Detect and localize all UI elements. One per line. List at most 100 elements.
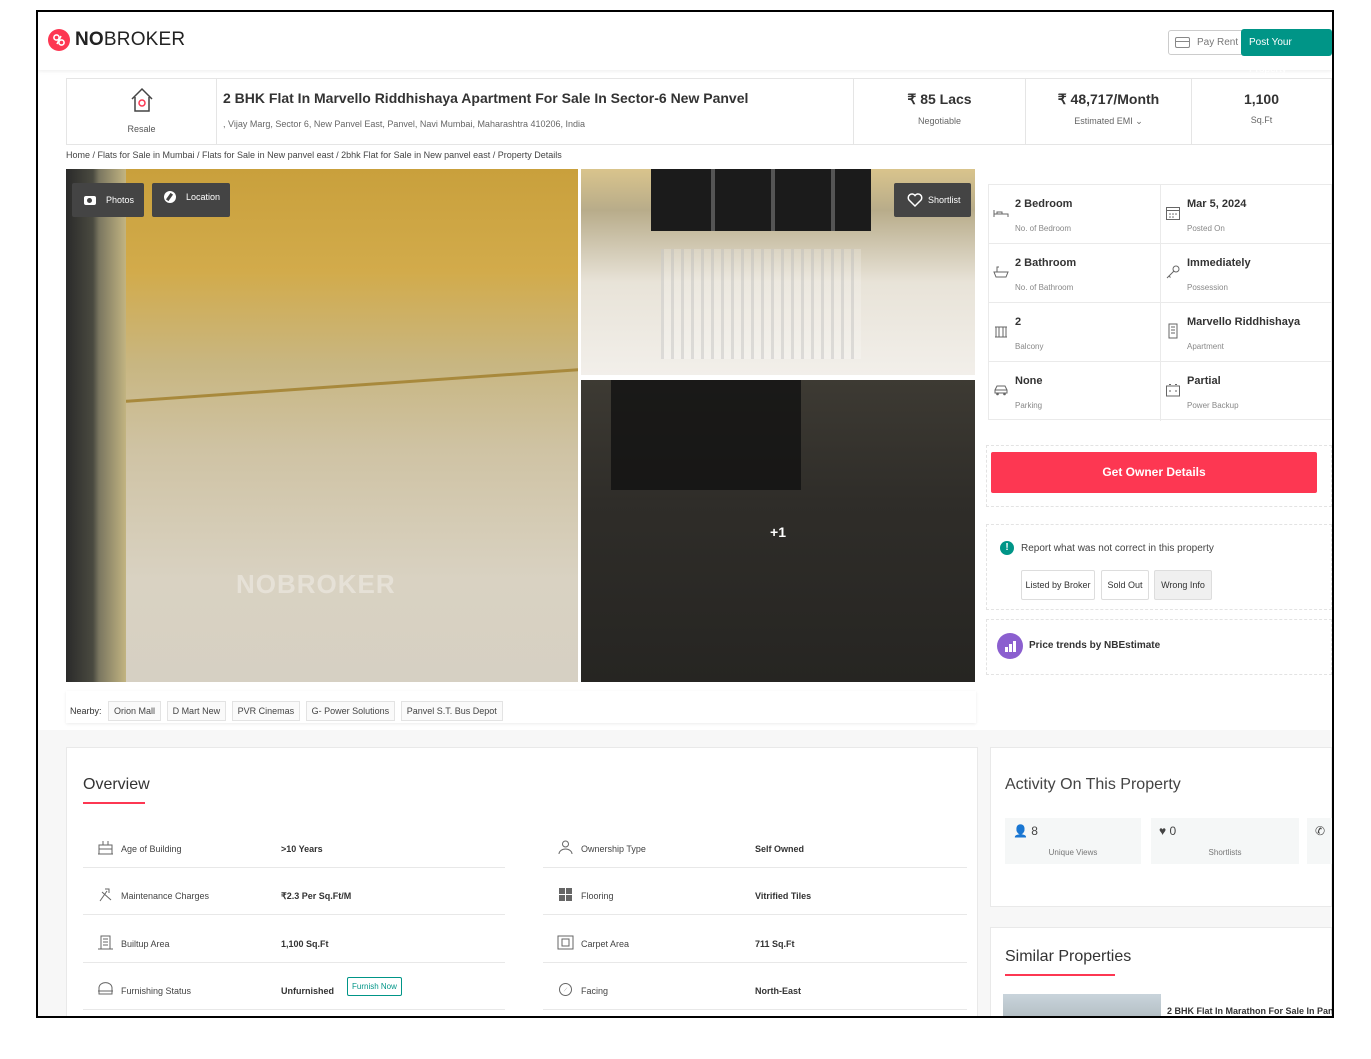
heart-icon: ♥ <box>1159 824 1167 838</box>
location-label: Location <box>186 192 221 202</box>
shortlists-value: 0 <box>1169 824 1177 838</box>
overview-value: 1,100 Sq.Ft <box>281 939 329 949</box>
overview-value: Self Owned <box>755 844 805 854</box>
get-owner-details-button[interactable]: Get Owner Details <box>991 452 1317 493</box>
nearby-chip[interactable]: D Mart New <box>166 701 227 721</box>
photos-button[interactable]: Photos <box>72 183 145 217</box>
alert-icon: ! <box>1000 541 1014 555</box>
unique-views-label: Unique Views <box>1048 848 1098 857</box>
watermark: NOBROKER <box>236 569 396 599</box>
emi-stat[interactable]: ₹ 48,717/Month Estimated EMI ⌄ <box>1025 79 1191 144</box>
property-title-bar: Resale 2 BHK Flat In Marvello Riddhishay… <box>66 78 1332 145</box>
camera-icon <box>84 194 96 206</box>
sofa-icon <box>98 982 113 995</box>
overview-label: Carpet Area <box>581 939 630 949</box>
overview-label: Maintenance Charges <box>121 891 210 901</box>
overview-value: 711 Sq.Ft <box>755 939 795 949</box>
breadcrumb[interactable]: Home / Flats for Sale in Mumbai / Flats … <box>66 150 562 160</box>
credit-card-icon <box>1175 37 1190 48</box>
spec-label: No. of Bathroom <box>1015 283 1074 292</box>
overview-value: ₹2.3 Per Sq.Ft/M <box>281 891 352 901</box>
spec-power-backup: Partial Power Backup <box>1161 362 1332 421</box>
shortlist-label: Shortlist <box>928 195 961 205</box>
main-photo[interactable]: NOBROKER <box>66 169 578 682</box>
spec-value: 2 Bedroom <box>1015 198 1073 210</box>
skirting-line <box>126 368 578 403</box>
overview-label: Facing <box>581 986 609 996</box>
similar-underline <box>1005 974 1115 976</box>
logo-text: NOBROKER <box>75 29 186 50</box>
overview-value: North-East <box>755 986 802 996</box>
overview-row: Facing North-East <box>543 980 967 1010</box>
tiles-icon <box>559 888 572 901</box>
overview-row: Age of Building >10 Years <box>83 838 505 868</box>
wrong-info-button[interactable]: Wrong Info <box>1154 570 1212 600</box>
spec-possession: Immediately Possession <box>1161 244 1332 303</box>
price-trends-card[interactable]: Price trends by NBEstimate <box>986 619 1332 675</box>
phone-icon: ✆ <box>1315 824 1326 838</box>
car-icon <box>994 385 1008 396</box>
nearby-label: Nearby: <box>70 706 102 716</box>
emi-value: ₹ 48,717/Month <box>1057 91 1160 107</box>
compass-icon <box>559 983 572 996</box>
property-title: 2 BHK Flat In Marvello Riddhishaya Apart… <box>223 90 749 106</box>
price-note: Negotiable <box>917 116 962 126</box>
overview-row: Maintenance Charges ₹2.3 Per Sq.Ft/M <box>83 885 505 915</box>
shortlists-count: ♥ 0 <box>1159 824 1176 838</box>
unique-views-value: 8 <box>1031 824 1038 838</box>
compass-icon <box>164 191 176 203</box>
bed-icon <box>993 210 1009 217</box>
report-card: ! Report what was not correct in this pr… <box>986 524 1332 610</box>
furnish-now-button[interactable]: Furnish Now <box>347 977 402 996</box>
logo-icon <box>48 29 70 51</box>
nobroker-logo[interactable]: NOBROKER <box>48 29 185 51</box>
similar-property-image[interactable] <box>1003 994 1161 1016</box>
pay-rent-button[interactable]: Pay Rent <box>1168 30 1246 55</box>
overview-value: Vitrified Tiles <box>755 891 812 901</box>
resale-badge: Resale <box>67 79 217 144</box>
nearby-chip[interactable]: Panvel S.T. Bus Depot <box>400 701 503 721</box>
nearby-chip[interactable]: PVR Cinemas <box>231 701 301 721</box>
spec-label: Balcony <box>1015 342 1044 351</box>
chart-icon <box>997 633 1023 659</box>
calendar-icon <box>1166 207 1180 220</box>
photo-thumbnail-more[interactable]: +1 <box>581 380 975 682</box>
heart-icon <box>907 193 923 208</box>
spec-apartment: Marvello Riddhishaya Apartment <box>1161 303 1332 362</box>
price-value: ₹ 85 Lacs <box>907 91 972 107</box>
house-icon <box>131 87 153 112</box>
emi-dropdown[interactable]: Estimated EMI ⌄ <box>1026 116 1191 127</box>
spec-label: Posted On <box>1187 224 1225 233</box>
nearby-chip[interactable]: G- Power Solutions <box>305 701 396 721</box>
report-text: Report what was not correct in this prop… <box>1021 543 1214 554</box>
shortlist-button[interactable]: Shortlist <box>894 183 971 217</box>
builtup-icon <box>98 935 113 950</box>
contacted-box: ✆ <box>1307 818 1332 864</box>
nearby-chip[interactable]: Orion Mall <box>108 701 162 721</box>
similar-property-name[interactable]: 2 BHK Flat In Marathon For Sale In Panve… <box>1167 1006 1332 1016</box>
shortlists-box: ♥ 0 Shortlists <box>1151 818 1299 864</box>
shortlists-label: Shortlists <box>1208 848 1242 857</box>
overview-label: Ownership Type <box>581 844 646 854</box>
activity-section: Activity On This Property 👤 8 Unique Vie… <box>990 747 1332 907</box>
similar-properties-section: Similar Properties 2 BHK Flat In Maratho… <box>990 927 1332 1016</box>
spec-value: 2 Bathroom <box>1015 257 1077 269</box>
spec-value: 2 <box>1015 316 1022 328</box>
sold-out-button[interactable]: Sold Out <box>1101 570 1149 600</box>
unique-views-box: 👤 8 Unique Views <box>1005 818 1141 864</box>
listed-by-broker-button[interactable]: Listed by Broker <box>1021 570 1095 600</box>
spec-label: No. of Bedroom <box>1015 224 1072 233</box>
overview-title: Overview <box>83 776 150 793</box>
overview-row: Ownership Type Self Owned <box>543 838 967 868</box>
balcony-icon <box>995 326 1007 338</box>
post-property-button[interactable]: Post Your Property <box>1241 29 1332 75</box>
overview-value: Unfurnished <box>281 986 334 996</box>
area-value: 1,100 <box>1243 91 1280 107</box>
spec-balcony: 2 Balcony <box>989 303 1161 362</box>
carpet-icon <box>557 935 574 950</box>
location-button[interactable]: Location <box>152 183 231 217</box>
spec-value: Immediately <box>1187 257 1251 269</box>
overview-row: Builtup Area 1,100 Sq.Ft <box>83 933 505 963</box>
price-stat: ₹ 85 Lacs Negotiable <box>853 79 1025 144</box>
unique-views-count: 👤 8 <box>1013 824 1038 838</box>
